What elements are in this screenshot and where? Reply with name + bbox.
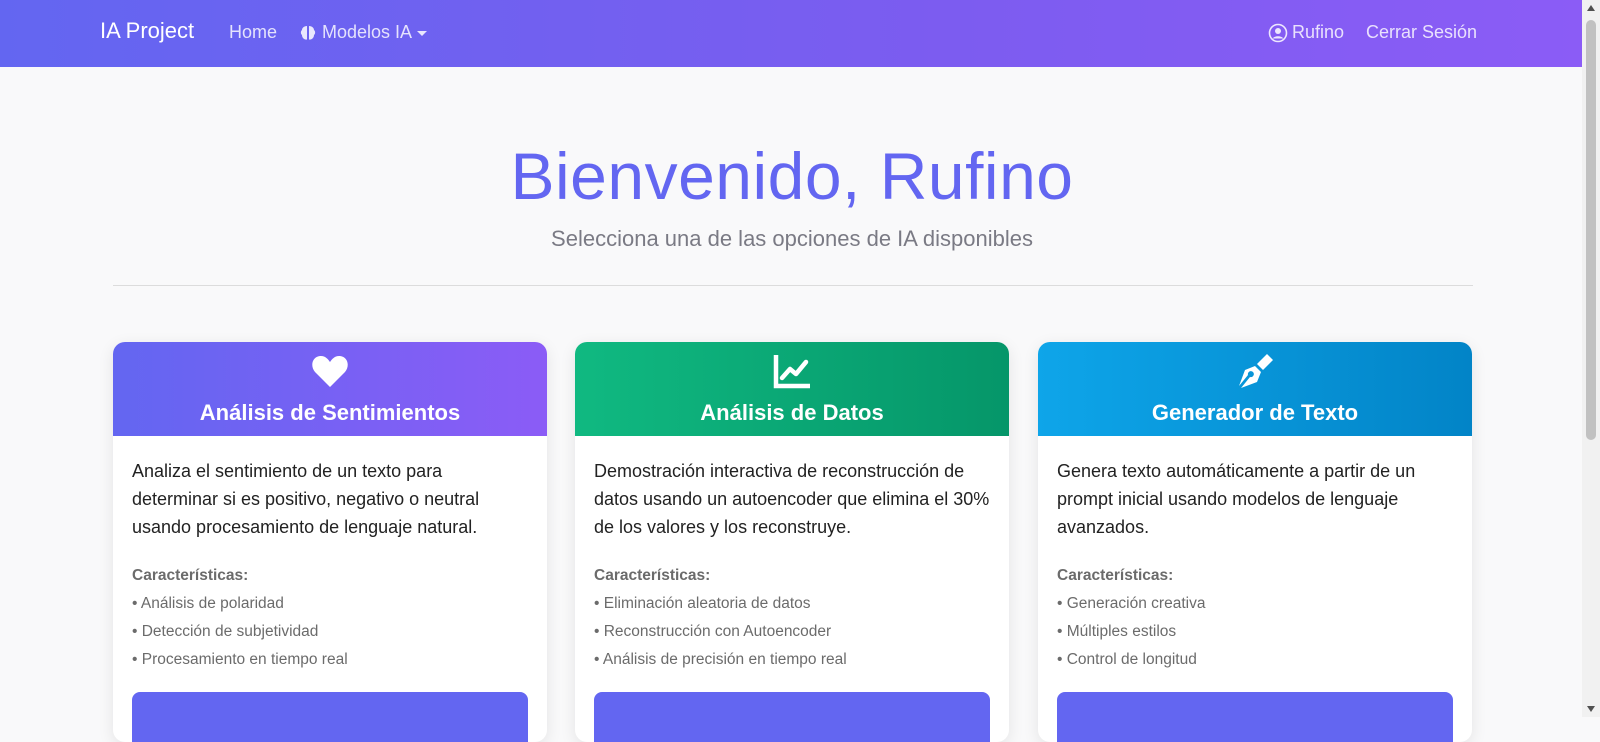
brain-icon: [300, 25, 316, 40]
user-circle-icon: [1268, 23, 1288, 42]
open-data-analysis-button[interactable]: [594, 692, 990, 742]
nav-user-link[interactable]: Rufino: [1268, 22, 1344, 43]
vertical-scrollbar[interactable]: [1582, 0, 1600, 717]
card-header: Análisis de Datos: [575, 342, 1009, 436]
card-sentiment-analysis: Análisis de Sentimientos Analiza el sent…: [113, 342, 547, 742]
feature-item: • Detección de subjetividad: [132, 623, 319, 640]
feature-item: • Reconstrucción con Autoencoder: [594, 623, 832, 640]
scroll-thumb[interactable]: [1586, 20, 1596, 440]
card-description: Analiza el sentimiento de un texto para …: [132, 461, 480, 537]
nav-home-link[interactable]: Home: [229, 22, 277, 43]
brand-link[interactable]: IA Project: [100, 18, 194, 44]
feature-item: • Análisis de polaridad: [132, 595, 284, 612]
feature-item: • Análisis de precisión en tiempo real: [594, 651, 847, 668]
logout-link[interactable]: Cerrar Sesión: [1366, 22, 1477, 43]
card-title: Generador de Texto: [1151, 400, 1359, 425]
divider: [113, 285, 1473, 286]
nav-models-label: Modelos IA: [322, 22, 413, 42]
card-title: Análisis de Datos: [700, 400, 884, 425]
open-sentiment-button[interactable]: [132, 692, 528, 742]
chart-line-icon: [773, 355, 810, 389]
page-subtitle: Selecciona una de las opciones de IA dis…: [551, 226, 1033, 251]
features-title: Características:: [132, 567, 249, 584]
open-text-generator-button[interactable]: [1057, 692, 1453, 742]
card-description: Demostración interactiva de reconstrucci…: [594, 461, 990, 537]
nav-models-dropdown[interactable]: Modelos IA: [298, 22, 428, 43]
pen-nib-icon: [1239, 354, 1273, 388]
card-header: Análisis de Sentimientos: [113, 342, 547, 436]
scroll-down-icon[interactable]: [1587, 706, 1595, 712]
caret-down-icon: [417, 31, 428, 36]
feature-item: • Eliminación aleatoria de datos: [594, 595, 811, 612]
heart-icon: [312, 355, 348, 387]
nav-user-label: Rufino: [1292, 22, 1345, 42]
scroll-up-icon[interactable]: [1587, 5, 1595, 11]
features-title: Características:: [594, 567, 711, 584]
feature-item: • Control de longitud: [1057, 651, 1197, 668]
card-text-generator: Generador de Texto Genera texto automáti…: [1038, 342, 1472, 742]
card-title: Análisis de Sentimientos: [199, 400, 461, 425]
navbar: IA Project Home Modelos IA Rufino Cerrar…: [0, 0, 1582, 67]
feature-item: • Generación creativa: [1057, 595, 1206, 612]
feature-item: • Múltiples estilos: [1057, 623, 1177, 640]
card-data-analysis: Análisis de Datos Demostración interacti…: [575, 342, 1009, 742]
page-title: Bienvenido, Rufino: [510, 139, 1074, 213]
card-header: Generador de Texto: [1038, 342, 1472, 436]
feature-item: • Procesamiento en tiempo real: [132, 651, 348, 668]
features-title: Características:: [1057, 567, 1174, 584]
card-description: Genera texto automáticamente a partir de…: [1057, 461, 1416, 537]
